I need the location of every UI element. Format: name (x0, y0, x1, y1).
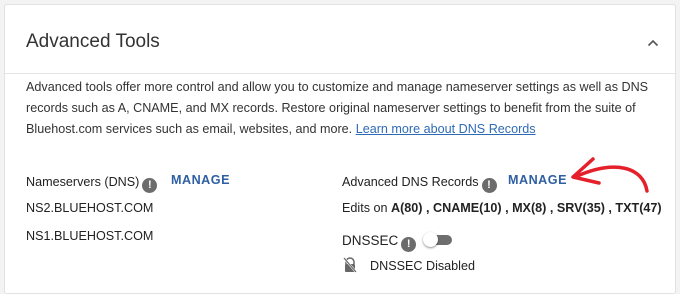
panel-description: Advanced tools offer more control and al… (26, 77, 656, 140)
advanced-tools-panel: Advanced Tools Advanced tools offer more… (4, 4, 676, 294)
nameservers-label: Nameservers (DNS) (26, 175, 140, 189)
nameserver-item: NS2.BLUEHOST.COM (26, 201, 154, 215)
dns-edits-summary: Edits on A(80) , CNAME(10) , MX(8) , SRV… (342, 201, 662, 215)
dnssec-heading: DNSSEC! (342, 232, 417, 252)
chevron-up-icon[interactable] (645, 35, 661, 51)
dnssec-info-icon[interactable]: ! (401, 237, 417, 252)
dns-records-heading: Advanced DNS Records! (342, 173, 497, 193)
panel-title: Advanced Tools (26, 31, 160, 52)
description-text: Advanced tools offer more control and al… (26, 80, 649, 136)
edits-prefix: Edits on (342, 201, 388, 215)
edits-counts: A(80) , CNAME(10) , MX(8) , SRV(35) , TX… (391, 201, 662, 215)
dns-records-info-icon[interactable]: ! (481, 178, 497, 193)
annotation-arrow-icon (571, 157, 649, 193)
dnssec-toggle-knob (423, 232, 438, 247)
dnssec-status: DNSSEC Disabled (370, 259, 475, 273)
nameservers-manage-button[interactable]: MANAGE (171, 173, 230, 187)
nameserver-item: NS1.BLUEHOST.COM (26, 229, 154, 243)
dnssec-label: DNSSEC (342, 233, 399, 248)
dnssec-toggle[interactable] (423, 232, 453, 247)
nameservers-info-icon[interactable]: ! (142, 178, 158, 193)
dns-records-manage-button[interactable]: MANAGE (508, 173, 567, 187)
panel-header[interactable]: Advanced Tools (5, 5, 675, 74)
lock-off-icon (343, 257, 357, 273)
learn-more-dns-link[interactable]: Learn more about DNS Records (356, 122, 536, 136)
dns-records-label: Advanced DNS Records (342, 175, 479, 189)
nameservers-heading: Nameservers (DNS)! (26, 173, 158, 193)
